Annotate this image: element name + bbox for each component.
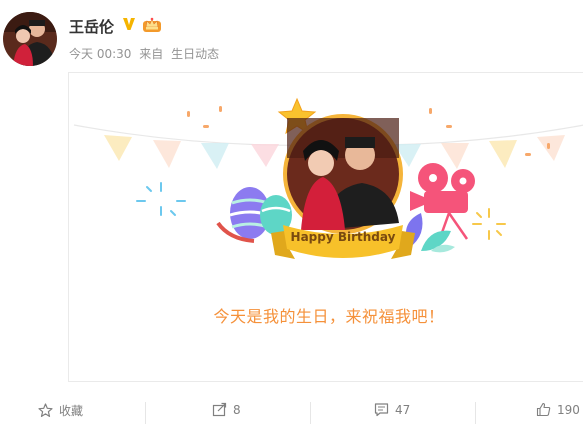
post-action-bar: 收藏 8 47 190 — [0, 392, 583, 430]
author-name[interactable]: 王岳伦 — [69, 16, 114, 37]
favorite-button[interactable]: 收藏 — [38, 402, 83, 419]
thumbs-up-icon — [536, 402, 551, 417]
author-avatar[interactable] — [3, 12, 57, 66]
crown-badge-icon[interactable] — [142, 15, 162, 33]
action-divider — [475, 402, 476, 424]
repost-icon — [212, 402, 227, 417]
like-count: 190 — [557, 402, 580, 417]
birthday-card-illustration — [73, 97, 583, 259]
source-prefix: 来自 — [139, 47, 164, 61]
comment-count: 47 — [395, 402, 411, 417]
post-meta: 今天 00:30 来自 生日动态 — [69, 45, 223, 62]
favorite-label: 收藏 — [59, 404, 84, 418]
birthday-card[interactable]: Happy Birthday 今天是我的生日，来祝福我吧！ — [68, 72, 583, 382]
repost-button[interactable]: 8 — [212, 402, 241, 417]
action-divider — [145, 402, 146, 424]
birthday-message: 今天是我的生日，来祝福我吧！ — [213, 307, 445, 326]
repost-count: 8 — [233, 402, 241, 417]
verified-v-icon — [123, 18, 135, 30]
comment-button[interactable]: 47 — [374, 402, 410, 417]
comment-icon — [374, 403, 389, 417]
action-divider — [310, 402, 311, 424]
like-button[interactable]: 190 — [536, 402, 580, 417]
star-outline-icon — [38, 403, 53, 417]
ribbon-banner-text: Happy Birthday — [290, 230, 396, 244]
post-source[interactable]: 生日动态 — [171, 47, 219, 61]
post-time[interactable]: 今天 00:30 — [69, 47, 131, 61]
